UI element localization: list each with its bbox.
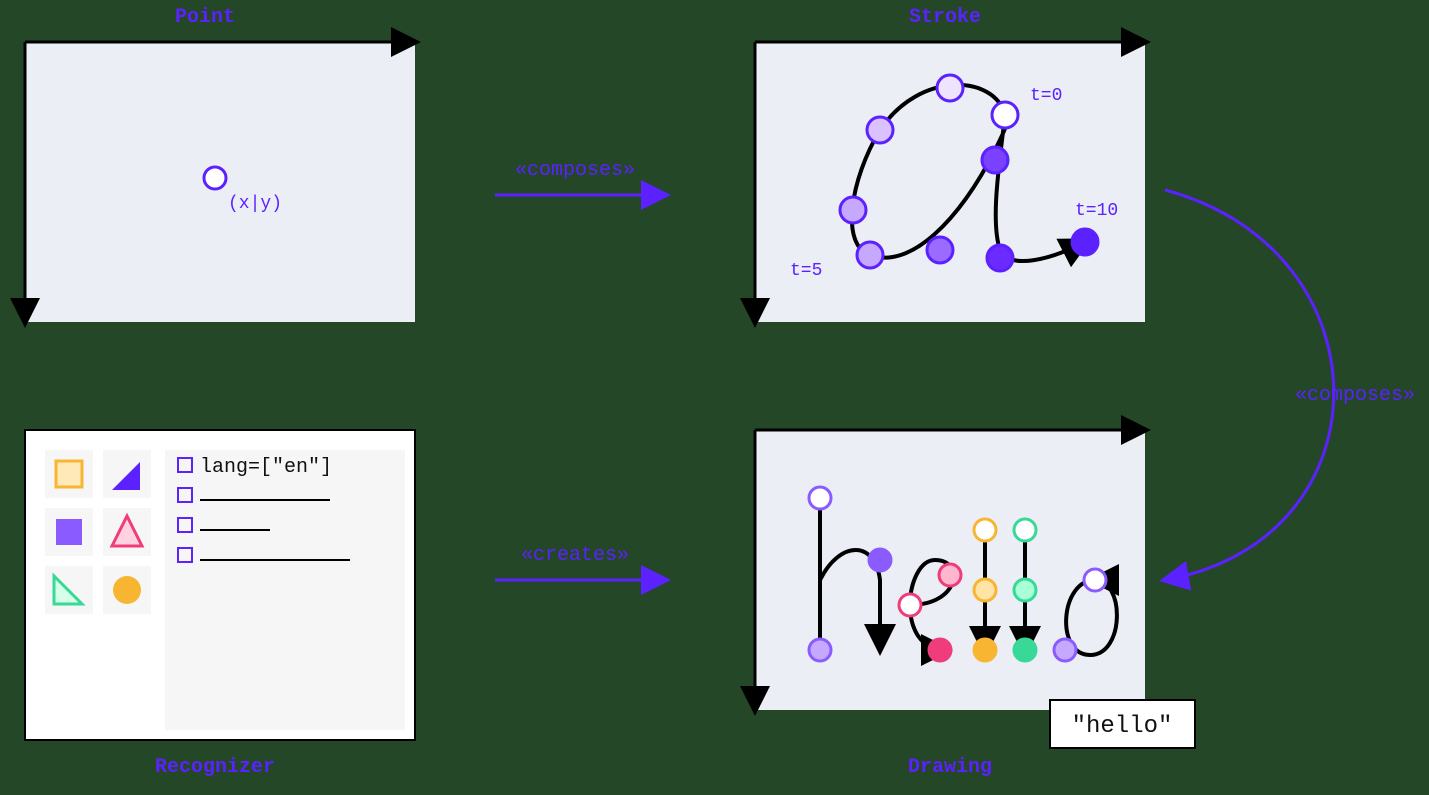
- stroke-point-icon: [1072, 229, 1098, 255]
- point-title: Point: [175, 6, 235, 29]
- drawing-panel: Drawing: [755, 430, 1195, 779]
- drawing-title: Drawing: [908, 756, 992, 779]
- stroke-t0-label: t=0: [1030, 86, 1062, 106]
- creates-arrow: «creates»: [495, 544, 665, 580]
- stroke-panel: Stroke t=0 t=5 t=10: [755, 6, 1145, 322]
- circle-solid-icon: [113, 576, 141, 604]
- stroke-point-icon: [987, 245, 1013, 271]
- recognizer-config-text: lang=["en"]: [200, 456, 332, 479]
- stroke-point-icon: [840, 197, 866, 223]
- point-panel: Point (x|y): [25, 6, 415, 322]
- stroke-point-icon: [867, 117, 893, 143]
- stroke-point-icon: [927, 237, 953, 263]
- composes-arrow-1: «composes»: [495, 159, 665, 195]
- square-outline-icon: [56, 461, 82, 487]
- composes-arrow-2: «composes»: [1165, 190, 1415, 580]
- creates-label: «creates»: [521, 544, 629, 567]
- stroke-title: Stroke: [909, 6, 981, 29]
- recognizer-config-list: lang=["en"]: [165, 450, 405, 730]
- composes-label-1: «composes»: [515, 159, 635, 182]
- composes-label-2: «composes»: [1295, 384, 1415, 407]
- recognizer-title: Recognizer: [155, 756, 275, 779]
- stroke-t5-label: t=5: [790, 261, 822, 281]
- stroke-point-icon: [937, 75, 963, 101]
- point-marker-icon: [204, 167, 226, 189]
- stroke-t10-label: t=10: [1075, 201, 1118, 221]
- drawing-result-text: "hello": [1072, 713, 1173, 740]
- stroke-point-icon: [992, 102, 1018, 128]
- recognizer-panel: Recognizer lang=["en"]: [25, 430, 415, 779]
- stroke-point-icon: [857, 242, 883, 268]
- stroke-point-icon: [982, 147, 1008, 173]
- point-coord-label: (x|y): [228, 194, 282, 214]
- square-solid-icon: [56, 519, 82, 545]
